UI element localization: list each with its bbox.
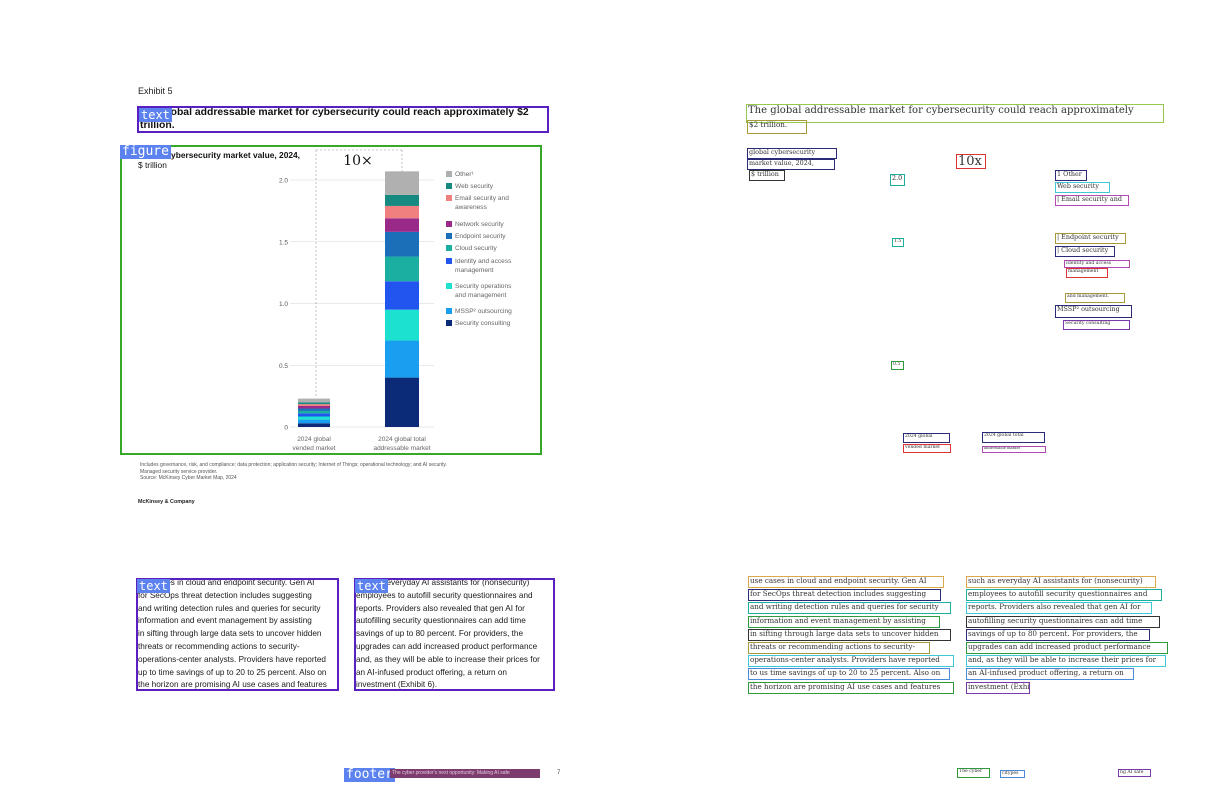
ocr-tick-15: 1.5 (892, 238, 904, 247)
publisher-label: McKinsey & Company (138, 499, 195, 505)
ocr-title-line-1: The global addressable market for cybers… (746, 104, 1164, 123)
body-left-region-tag: text (137, 579, 170, 593)
ocr-legend-cloud: | Cloud security (1055, 246, 1115, 257)
ocr-body-line: reports. Providers also revealed that ge… (966, 602, 1152, 615)
footer-running-title: The cyber provider's next opportunity: M… (390, 769, 540, 778)
figure-region-box (120, 145, 542, 455)
ocr-body-line: savings of up to 80 percent. For provide… (966, 628, 1150, 641)
ocr-body-line: the horizon are promising AI use cases a… (748, 681, 954, 694)
ocr-body-line: and writing detection rules and queries … (748, 602, 951, 615)
body-right-region-box (354, 578, 555, 691)
ocr-tick-2: 2.0 (890, 174, 905, 186)
body-right-region-tag: text (355, 579, 388, 593)
ocr-legend-endpoint: | Endpoint security (1055, 233, 1126, 244)
ocr-body-line: such as everyday AI assistants for (nons… (966, 576, 1156, 588)
ocr-footer-c: ng AI safe (1118, 769, 1151, 777)
ocr-body-line: to us time savings of up to 20 to 25 per… (748, 668, 950, 681)
ocr-legend-web: Web security (1055, 182, 1110, 193)
ocr-body-line: an AI-infused product offering, a return… (966, 668, 1134, 681)
ocr-body-line: use cases in cloud and endpoint security… (748, 576, 944, 588)
ocr-category-2b: addressable market (982, 446, 1046, 453)
figure-region-tag: figure (120, 144, 171, 159)
ocr-annotation: 10x (956, 154, 986, 169)
ocr-body-line: information and event management by assi… (748, 615, 940, 628)
ocr-legend-email: | Email security and (1055, 195, 1129, 206)
ocr-body-line: for SecOps threat detection includes sug… (748, 589, 941, 602)
ocr-body-line: employees to autofill security questionn… (966, 589, 1162, 602)
ocr-category-1a: 2024 global (903, 433, 950, 443)
ocr-category-2a: 2024 global total (982, 432, 1045, 443)
ocr-legend-mssp: MSSP² outsourcing (1055, 305, 1132, 318)
ocr-legend-consulting: Security consulting (1063, 320, 1130, 330)
ocr-tick-05: 0.5 (891, 361, 904, 370)
ocr-legend-identity: Identity and access (1064, 260, 1130, 268)
ocr-legend-other: 1 Other (1055, 170, 1087, 181)
ocr-body-line: threats or recommending actions to secur… (748, 642, 930, 654)
ocr-legend-management: management (1066, 268, 1108, 278)
ocr-chart-desc-2: market value, 2024, (747, 159, 835, 170)
footer-region-tag: footer (344, 767, 395, 782)
body-left-region-box (136, 578, 339, 691)
ocr-body-line: investment (Exhibit 6). (966, 681, 1030, 694)
ocr-body-line: autofilling security questionnaires can … (966, 615, 1160, 628)
ocr-chart-desc-3: $ trillion (749, 170, 785, 181)
ocr-body-line: in sifting through large data sets to un… (748, 628, 951, 641)
ocr-body-line: and, as they will be able to increase th… (966, 655, 1166, 668)
chart-notes: Includes governance, risk, and complianc… (140, 462, 447, 482)
title-region-tag: text (139, 108, 172, 122)
ocr-chart-desc-1: global cybersecurity (747, 148, 837, 159)
page-number: 7 (557, 770, 561, 776)
ocr-footer-b: citypes (1000, 770, 1025, 778)
ocr-footer-a: The cyber (957, 768, 990, 778)
ocr-category-1b: vended market (903, 444, 951, 453)
exhibit-label: Exhibit 5 (138, 86, 173, 96)
ocr-body-line: upgrades can add increased product perfo… (966, 642, 1168, 654)
ocr-legend-secops: and management. (1065, 293, 1125, 303)
ocr-body-line: operations-center analysts. Providers ha… (748, 655, 954, 668)
title-region-box (137, 106, 549, 133)
ocr-title-line-2: $2 trillion. (747, 120, 807, 134)
